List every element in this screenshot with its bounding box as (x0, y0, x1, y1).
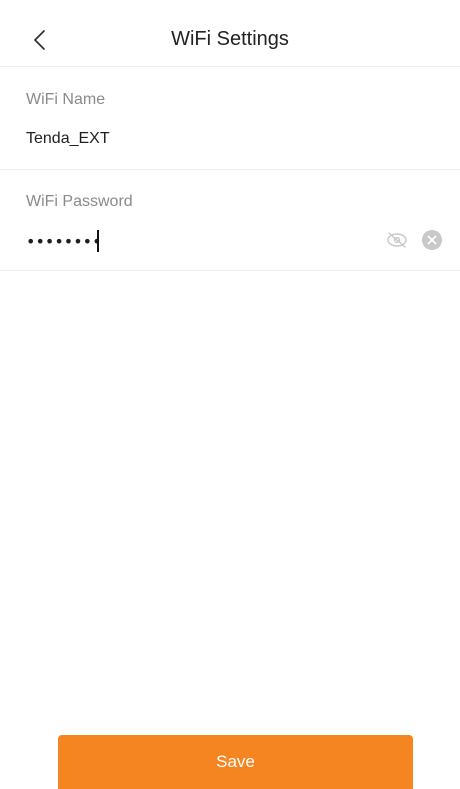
text-caret (97, 230, 99, 252)
wifi-password-input[interactable] (26, 228, 356, 254)
wifi-password-label: WiFi Password (26, 193, 133, 210)
top-app-bar: WiFi Settings (0, 0, 460, 67)
wifi-name-row: WiFi Name Tenda_EXT (0, 67, 460, 170)
clear-circle-icon[interactable] (421, 229, 443, 251)
save-button[interactable]: Save (58, 735, 413, 789)
wifi-password-row: WiFi Password (0, 170, 460, 271)
wifi-name-value[interactable]: Tenda_EXT (26, 130, 110, 148)
wifi-name-label: WiFi Name (26, 91, 106, 108)
page-title: WiFi Settings (171, 28, 289, 50)
eye-off-icon[interactable] (385, 230, 409, 250)
